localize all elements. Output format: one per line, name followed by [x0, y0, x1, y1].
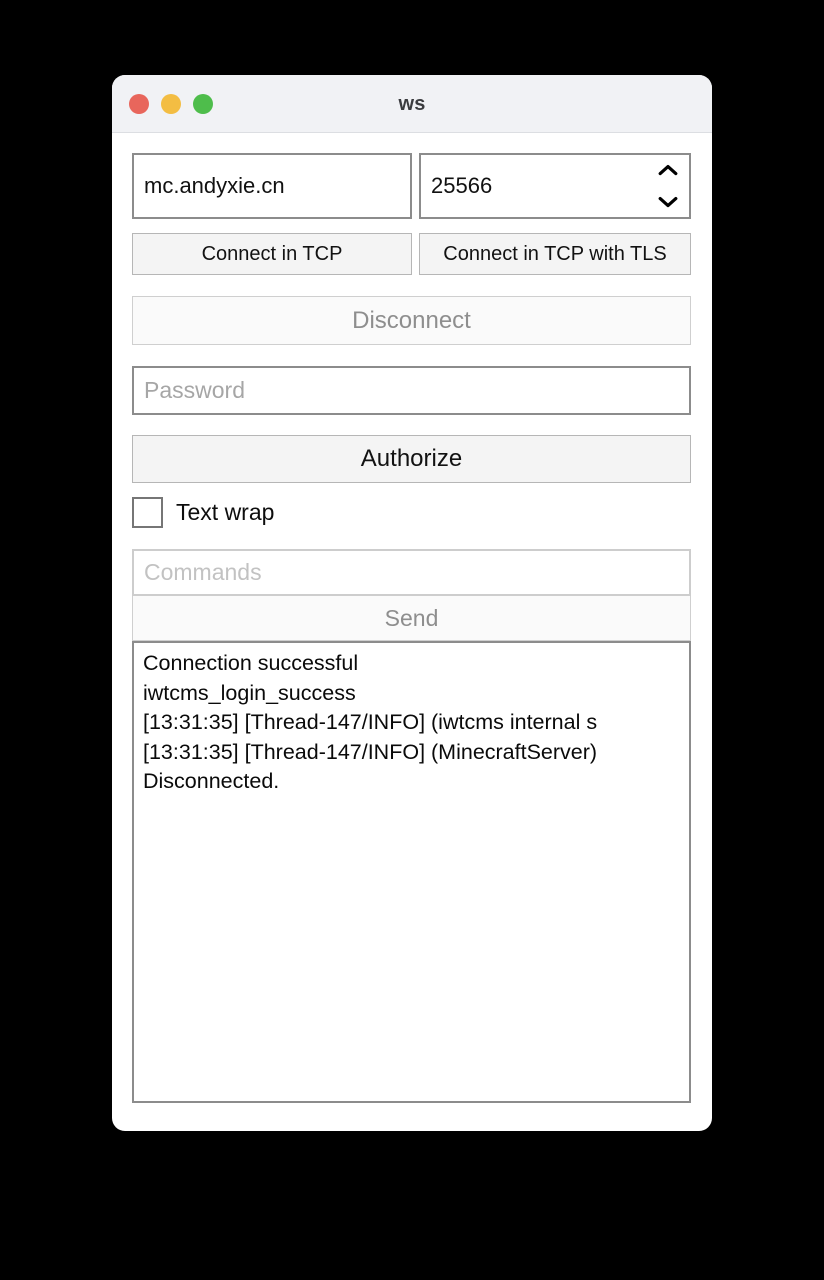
authorize-button[interactable]: Authorize: [132, 435, 691, 483]
connect-tcp-button[interactable]: Connect in TCP: [132, 233, 412, 275]
text-wrap-label: Text wrap: [176, 499, 275, 525]
chevron-down-icon[interactable]: [658, 196, 678, 208]
host-input[interactable]: [132, 153, 412, 219]
password-input[interactable]: [132, 366, 691, 415]
app-window: ws mc.andyxie.cn 25566 Connect in TCP Co…: [112, 75, 712, 1131]
address-row: [132, 153, 692, 219]
window-body: Connect in TCP Connect in TCP with TLS D…: [112, 133, 712, 1123]
connect-tcp-tls-button[interactable]: Connect in TCP with TLS: [419, 233, 691, 275]
text-wrap-row: Text wrap: [132, 497, 692, 528]
port-stepper[interactable]: [657, 153, 679, 219]
send-button[interactable]: Send: [132, 596, 691, 641]
connect-button-row: Connect in TCP Connect in TCP with TLS: [132, 233, 692, 275]
text-wrap-checkbox[interactable]: [132, 497, 163, 528]
window-title: ws: [398, 93, 426, 115]
log-output[interactable]: Connection successful iwtcms_login_succe…: [132, 641, 691, 1103]
screen-backdrop: ws mc.andyxie.cn 25566 Connect in TCP Co…: [0, 0, 824, 1280]
commands-input[interactable]: [132, 549, 691, 596]
disconnect-button[interactable]: Disconnect: [132, 296, 691, 345]
window-titlebar: ws: [112, 75, 712, 133]
port-input[interactable]: [419, 153, 691, 219]
chevron-up-icon[interactable]: [658, 164, 678, 176]
port-input-wrapper: [419, 153, 691, 219]
